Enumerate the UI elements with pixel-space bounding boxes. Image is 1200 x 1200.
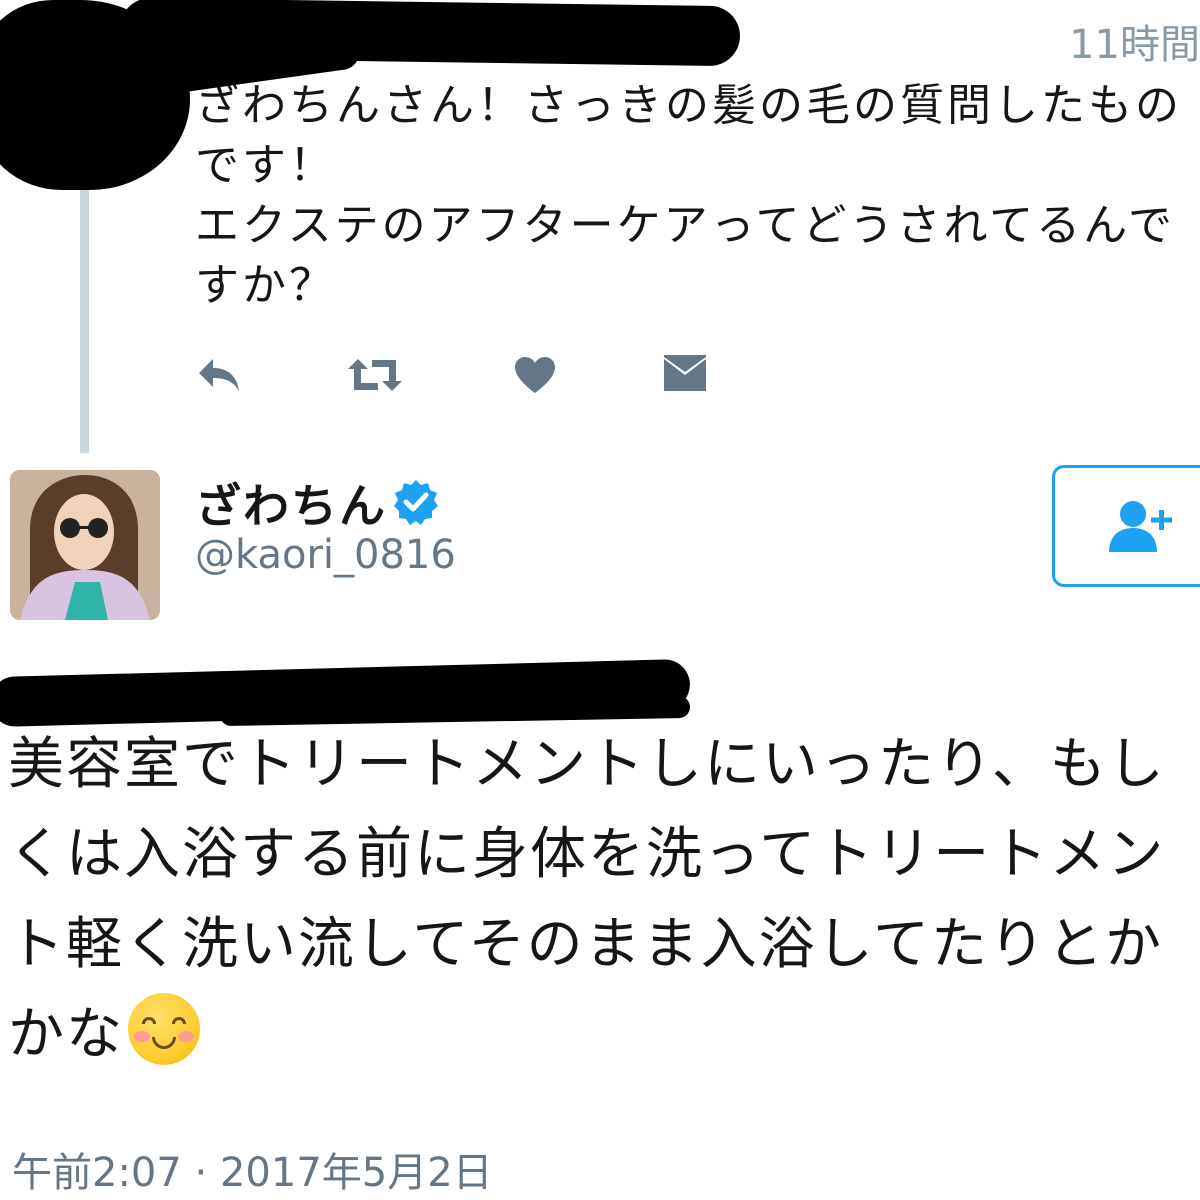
parent-tweet-timestamp[interactable]: 11時間 [1069, 12, 1200, 70]
reply-button[interactable] [185, 345, 255, 405]
direct-message-button[interactable] [650, 345, 720, 405]
main-tweet-text: 美容室でトリートメントしにいったり、もし くは入浴する前に身体を洗ってトリートメ… [8, 720, 1200, 1080]
main-tweet-timestamp: 午前2:07 · 2017年5月2日 [12, 1150, 493, 1196]
author-display-name[interactable]: ざわちん [195, 470, 387, 536]
reply-icon [199, 359, 239, 391]
author-username[interactable]: @kaori_0816 [195, 532, 456, 578]
avatar-photo [10, 470, 160, 620]
parent-tweet-line: エクステのアフターケアってどうされてるんで [195, 200, 1175, 251]
smiling-face-with-blush-emoji [128, 993, 200, 1065]
retweet-button[interactable] [340, 345, 410, 405]
parent-tweet-text: ざわちんさん！さっきの髪の毛の質問したもの です！ エクステのアフターケアってど… [195, 76, 1200, 316]
verified-badge-icon [394, 480, 438, 525]
heart-icon [515, 357, 555, 393]
add-user-icon [1109, 501, 1172, 552]
retweet-icon [348, 359, 402, 391]
main-tweet-line: かな [8, 1002, 124, 1067]
avatar[interactable] [10, 470, 160, 620]
envelope-icon [664, 355, 706, 391]
parent-tweet-actions [0, 345, 1200, 405]
follow-button[interactable] [1052, 465, 1200, 587]
parent-tweet-line: ざわちんさん！さっきの髪の毛の質問したもの [195, 80, 1182, 131]
thread-connector-line [80, 150, 89, 453]
parent-tweet-line: です！ [195, 140, 336, 191]
main-tweet-line: ト軽く洗い流してそのまま入浴してたりとか [8, 912, 1163, 977]
like-button[interactable] [500, 345, 570, 405]
main-tweet-line-last: かな [8, 990, 1200, 1080]
main-tweet-line: 美容室でトリートメントしにいったり、もし [8, 732, 1166, 797]
parent-tweet-line: すか？ [195, 260, 336, 311]
main-tweet-line: くは入浴する前に身体を洗ってトリートメン [8, 822, 1166, 887]
